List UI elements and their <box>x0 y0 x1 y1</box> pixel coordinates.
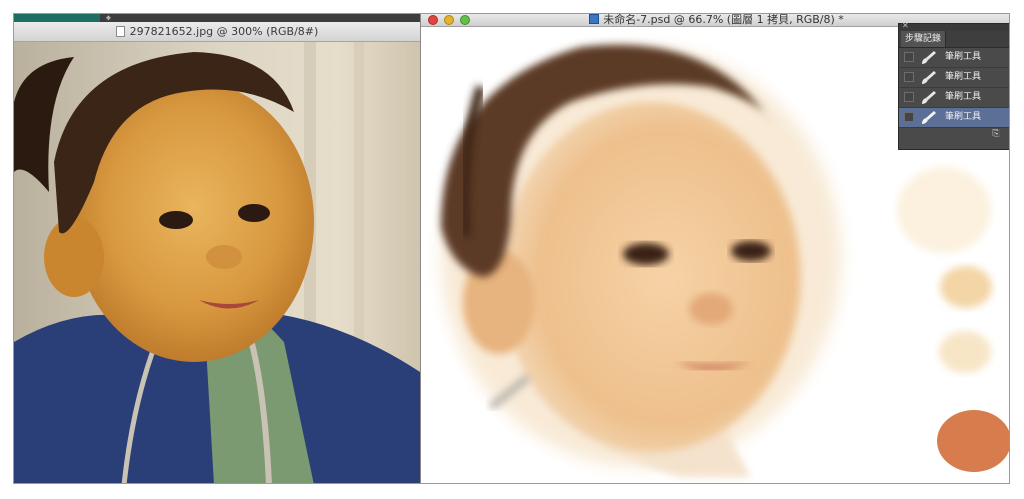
history-panel-header[interactable]: ✕ <box>899 22 1009 31</box>
minimize-button[interactable] <box>444 15 454 25</box>
history-item-label: 筆刷工具 <box>945 92 982 102</box>
history-panel: ✕ 步驟記錄 筆刷工具 筆刷工具 筆刷工具 筆刷工具 ⎘ <box>898 22 1009 150</box>
history-panel-footer: ⎘ <box>899 128 1009 142</box>
tab-history[interactable]: 步驟記錄 <box>901 31 947 47</box>
brush-icon <box>922 51 936 64</box>
painting-window-title: 未命名-7.psd @ 66.7% (圖層 1 拷貝, RGB/8) * <box>603 14 844 26</box>
history-item[interactable]: 筆刷工具 <box>899 48 1009 68</box>
history-item-selected[interactable]: 筆刷工具 <box>899 108 1009 128</box>
swatch-pale-cream <box>897 167 991 253</box>
psd-file-icon <box>589 14 600 24</box>
move-tool-icon[interactable]: ✥ <box>106 14 124 22</box>
snapshot-checkbox[interactable] <box>904 92 914 102</box>
brush-icon <box>922 111 936 124</box>
history-item-label: 筆刷工具 <box>945 72 982 82</box>
history-item[interactable]: 筆刷工具 <box>899 88 1009 108</box>
photo-window-title: 297821652.jpg @ 300% (RGB/8#) <box>129 25 319 38</box>
close-panel-icon[interactable]: ✕ <box>902 22 909 30</box>
new-snapshot-icon[interactable]: ⎘ <box>990 129 1002 140</box>
history-item-label: 筆刷工具 <box>945 112 982 122</box>
toolbar-strip: ✥ <box>14 14 420 22</box>
zoom-button[interactable] <box>460 15 470 25</box>
photo-document-window: ✥ 297821652.jpg @ 300% (RGB/8#) <box>14 14 420 484</box>
snapshot-checkbox[interactable] <box>904 112 914 122</box>
snapshot-checkbox[interactable] <box>904 52 914 62</box>
panel-tab-strip <box>14 14 100 22</box>
close-button[interactable] <box>428 15 438 25</box>
brush-icon <box>922 71 936 84</box>
history-item[interactable]: 筆刷工具 <box>899 68 1009 88</box>
photo-window-titlebar[interactable]: 297821652.jpg @ 300% (RGB/8#) <box>14 22 420 42</box>
swatch-terracotta <box>937 410 1009 472</box>
reference-photo[interactable] <box>14 42 420 484</box>
swatch-pale-peach <box>939 331 991 373</box>
photoshop-workspace: ✥ 297821652.jpg @ 300% (RGB/8#) 未命名-7.ps… <box>13 13 1010 484</box>
history-item-label: 筆刷工具 <box>945 52 982 62</box>
snapshot-checkbox[interactable] <box>904 72 914 82</box>
brush-icon <box>922 91 936 104</box>
swatch-light-peach <box>940 266 992 308</box>
history-tab-row: 步驟記錄 <box>899 31 1009 48</box>
document-icon <box>115 26 125 37</box>
